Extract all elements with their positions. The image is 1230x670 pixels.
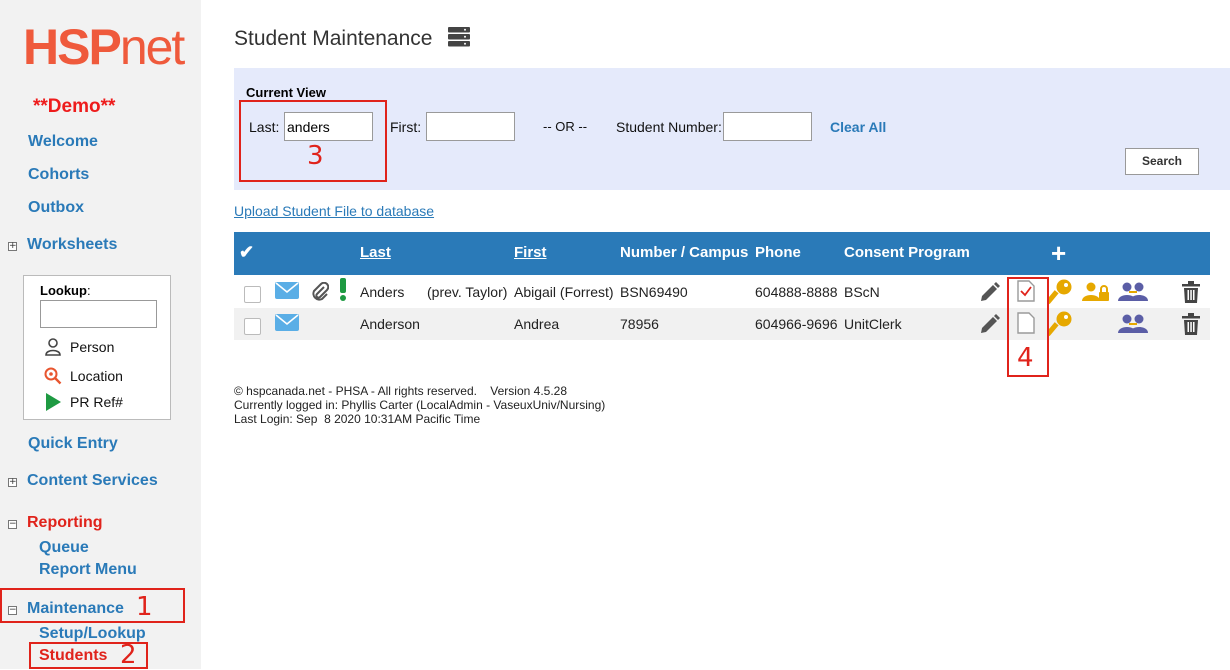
- upload-student-file-link[interactable]: Upload Student File to database: [234, 203, 434, 219]
- lookup-location[interactable]: Location: [44, 367, 123, 385]
- cell-first: Abigail (Forrest): [514, 284, 614, 300]
- student-number-input[interactable]: [723, 112, 812, 141]
- column-phone: Phone: [755, 244, 801, 261]
- search-button[interactable]: Search: [1125, 148, 1199, 175]
- key-icon[interactable]: [1045, 279, 1073, 308]
- annotation-3: 3: [307, 141, 324, 171]
- cell-number: 78956: [620, 316, 659, 332]
- server-icon[interactable]: [448, 27, 470, 47]
- alert-icon[interactable]: [339, 278, 347, 304]
- cell-first: Andrea: [514, 316, 560, 332]
- or-separator: -- OR --: [543, 119, 588, 134]
- table-row: Anders (prev. Taylor) Abigail (Forrest) …: [234, 276, 1210, 308]
- row-checkbox[interactable]: [244, 318, 261, 335]
- nav-welcome[interactable]: Welcome: [28, 133, 98, 151]
- location-icon: [44, 367, 62, 385]
- cell-last: Anderson: [360, 316, 420, 332]
- select-all-check-icon[interactable]: ✔: [239, 242, 254, 263]
- nav-quick-entry[interactable]: Quick Entry: [28, 435, 118, 453]
- trash-icon[interactable]: [1182, 313, 1200, 338]
- demo-label: **Demo**: [33, 96, 116, 117]
- nav-worksheets[interactable]: Worksheets: [27, 236, 117, 254]
- first-name-label: First:: [390, 119, 422, 135]
- column-last[interactable]: Last: [360, 244, 391, 261]
- lookup-person[interactable]: Person: [44, 338, 114, 356]
- cell-number: BSN69490: [620, 284, 688, 300]
- paperclip-icon[interactable]: [311, 281, 330, 305]
- pencil-icon[interactable]: [979, 281, 1001, 306]
- nav-cohorts[interactable]: Cohorts: [28, 166, 89, 184]
- column-consent-program: Consent Program: [844, 244, 970, 261]
- lookup-input[interactable]: [40, 300, 157, 328]
- users-icon[interactable]: [1118, 314, 1148, 337]
- column-first[interactable]: First: [514, 244, 547, 261]
- cell-phone: 604966-9696: [755, 316, 838, 332]
- lookup-title: Lookup:: [40, 283, 91, 298]
- column-number-campus: Number / Campus: [620, 244, 749, 261]
- cell-last: Anders: [360, 284, 405, 300]
- nav-report-menu[interactable]: Report Menu: [39, 561, 137, 579]
- nav-content-services[interactable]: Content Services: [27, 472, 158, 490]
- footer-copyright: © hspcanada.net - PHSA - All rights rese…: [234, 384, 568, 398]
- nav-queue[interactable]: Queue: [39, 539, 89, 557]
- nav-reporting[interactable]: Reporting: [27, 514, 103, 532]
- lookup-panel: Lookup: Person Location PR Ref#: [23, 275, 171, 420]
- cell-program: BScN: [844, 284, 880, 300]
- key-icon[interactable]: [1045, 311, 1073, 340]
- lookup-pr-ref[interactable]: PR Ref#: [44, 393, 123, 411]
- current-view-label: Current View: [246, 85, 326, 100]
- hspnet-logo[interactable]: HSPnet: [23, 22, 185, 72]
- footer-last-login: Last Login: Sep 8 2020 10:31AM Pacific T…: [234, 412, 481, 426]
- annotation-box-maintenance: [0, 588, 185, 623]
- sidebar: HSPnet **Demo** Welcome Cohorts Outbox +…: [0, 0, 201, 669]
- student-number-label: Student Number:: [616, 119, 722, 135]
- person-icon: [44, 338, 62, 356]
- expand-content-services-icon[interactable]: +: [8, 478, 17, 487]
- mail-icon[interactable]: [275, 282, 299, 302]
- expand-worksheets-icon[interactable]: +: [8, 242, 17, 251]
- user-lock-icon[interactable]: [1082, 282, 1110, 305]
- footer-logged-in: Currently logged in: Phyllis Carter (Loc…: [234, 398, 606, 412]
- table-row: Anderson Andrea 78956 604966-9696 UnitCl…: [234, 308, 1210, 340]
- collapse-reporting-icon[interactable]: −: [8, 520, 17, 529]
- first-name-input[interactable]: [426, 112, 515, 141]
- users-icon[interactable]: [1118, 282, 1148, 305]
- mail-icon[interactable]: [275, 314, 299, 334]
- page-title: Student Maintenance: [234, 27, 433, 50]
- annotation-1: 1: [136, 592, 153, 622]
- trash-icon[interactable]: [1182, 281, 1200, 306]
- annotation-4: 4: [1017, 343, 1034, 373]
- clear-all-link[interactable]: Clear All: [830, 119, 886, 135]
- nav-outbox[interactable]: Outbox: [28, 199, 84, 217]
- cell-program: UnitClerk: [844, 316, 902, 332]
- cell-phone: 604888-8888: [755, 284, 838, 300]
- table-header: ✔ Last First Number / Campus Phone Conse…: [234, 232, 1210, 275]
- annotation-2: 2: [120, 640, 137, 670]
- cell-prev-name: (prev. Taylor): [427, 284, 508, 300]
- play-icon: [44, 393, 62, 411]
- row-checkbox[interactable]: [244, 286, 261, 303]
- pencil-icon[interactable]: [979, 313, 1001, 338]
- footer: © hspcanada.net - PHSA - All rights rese…: [234, 384, 605, 426]
- add-student-icon[interactable]: +: [1051, 238, 1066, 269]
